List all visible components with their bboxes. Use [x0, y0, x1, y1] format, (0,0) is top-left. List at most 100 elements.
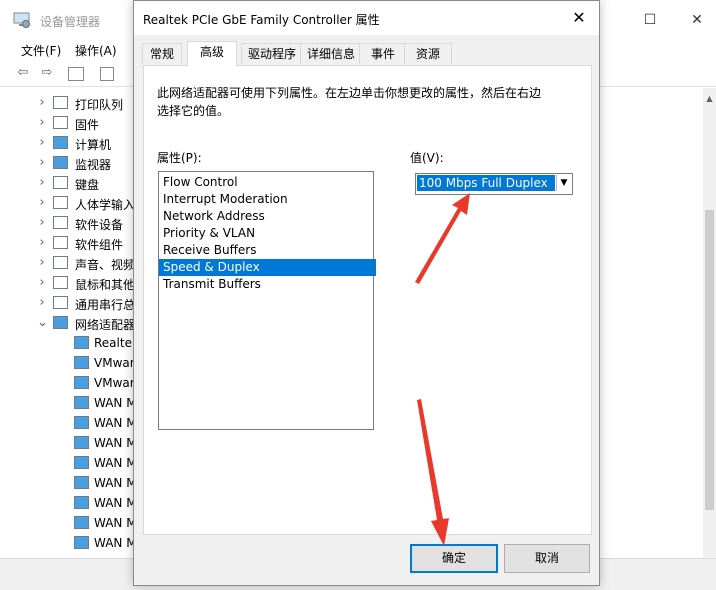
- tree-item-label: WAN M: [94, 516, 135, 530]
- property-item[interactable]: Network Address: [162, 208, 372, 225]
- tab-resources[interactable]: 资源: [404, 43, 452, 64]
- tree-item[interactable]: › 人体学输入: [0, 193, 135, 213]
- close-button[interactable]: ✕: [683, 6, 711, 34]
- tab-general[interactable]: 常规: [142, 43, 182, 64]
- tree-item-label: 网络适配器: [75, 318, 135, 332]
- tree-item[interactable]: › 键盘: [0, 173, 135, 193]
- properties-dialog: Realtek PCIe GbE Family Controller 属性 ✕ …: [133, 0, 600, 586]
- tree-item-label: 声音、视频: [75, 258, 135, 272]
- tab-advanced[interactable]: 高级: [187, 41, 237, 66]
- tree-item-label: WAN M: [94, 456, 135, 470]
- property-item[interactable]: Priority & VLAN: [162, 225, 372, 242]
- property-item[interactable]: Speed & Duplex: [159, 259, 376, 276]
- software-component-icon: [53, 236, 68, 249]
- tree-item[interactable]: WAN M: [0, 413, 135, 433]
- chevron-right-icon[interactable]: ›: [37, 193, 47, 213]
- chevron-down-icon[interactable]: ⌄: [37, 313, 48, 333]
- tree-item[interactable]: VMwar: [0, 353, 135, 373]
- menu-action[interactable]: 操作(A): [75, 42, 117, 59]
- chevron-right-icon[interactable]: ›: [37, 153, 47, 173]
- value-dropdown-selected[interactable]: 100 Mbps Full Duplex: [417, 175, 555, 191]
- help-view-icon[interactable]: [100, 67, 114, 81]
- network-adapter-icon: [74, 396, 89, 409]
- chevron-right-icon[interactable]: ›: [37, 113, 47, 133]
- keyboard-icon: [53, 176, 68, 189]
- back-icon[interactable]: ⇦: [14, 66, 32, 80]
- tree-item[interactable]: WAN M: [0, 533, 135, 553]
- tree-item-label: WAN M: [94, 536, 135, 550]
- speaker-icon: [53, 256, 68, 269]
- property-item[interactable]: Flow Control: [162, 174, 372, 191]
- close-icon: ✕: [572, 8, 586, 27]
- scroll-up-icon[interactable]: ▲: [705, 94, 714, 103]
- mouse-icon: [53, 276, 68, 289]
- cancel-button[interactable]: 取消: [504, 544, 590, 573]
- chevron-right-icon[interactable]: ›: [37, 273, 47, 293]
- chevron-right-icon[interactable]: ›: [37, 293, 47, 313]
- tree-item[interactable]: › 固件: [0, 113, 135, 133]
- network-adapter-icon: [74, 496, 89, 509]
- tree-item[interactable]: WAN M: [0, 433, 135, 453]
- tree-item-label: Realtek: [94, 336, 135, 350]
- tree-item[interactable]: › 计算机: [0, 133, 135, 153]
- menu-file[interactable]: 文件(F): [21, 42, 61, 59]
- chevron-right-icon[interactable]: ›: [37, 133, 47, 153]
- tree-item-label: WAN M: [94, 396, 135, 410]
- scrollbar-thumb[interactable]: [705, 210, 714, 510]
- tree-item-label: WAN M: [94, 476, 135, 490]
- tree-item[interactable]: WAN M: [0, 513, 135, 533]
- tree-item[interactable]: VMwar: [0, 373, 135, 393]
- property-item[interactable]: Transmit Buffers: [162, 276, 372, 293]
- device-tree: › 打印队列 › 固件 › 计算机 › 监视器 › 键盘 › 人体学输入 › 软件设备 › 软件组件 › 声音、视…: [0, 88, 135, 558]
- tree-item[interactable]: › 声音、视频: [0, 253, 135, 273]
- advanced-description: 此网络适配器可使用下列属性。在左边单击你想更改的属性，然后在右边选择它的值。: [157, 86, 542, 118]
- network-adapter-icon: [74, 376, 89, 389]
- tree-item-label: 鼠标和其他: [75, 278, 135, 292]
- network-adapter-icon: [74, 456, 89, 469]
- tab-details[interactable]: 详细信息: [300, 43, 362, 64]
- tree-item-label: WAN M: [94, 436, 135, 450]
- usb-icon: [53, 296, 68, 309]
- close-icon: ✕: [691, 12, 703, 28]
- property-item[interactable]: Receive Buffers: [162, 242, 372, 259]
- tree-item[interactable]: › 打印队列: [0, 93, 135, 113]
- chevron-right-icon[interactable]: ›: [37, 93, 47, 113]
- ok-button[interactable]: 确定: [410, 544, 498, 573]
- tree-item-label: VMwar: [94, 376, 135, 390]
- dialog-title: Realtek PCIe GbE Family Controller 属性: [143, 13, 380, 27]
- tree-item[interactable]: WAN M: [0, 393, 135, 413]
- tree-item[interactable]: WAN M: [0, 493, 135, 513]
- forward-icon[interactable]: ⇨: [38, 66, 56, 80]
- network-icon: [53, 316, 68, 329]
- tree-item-label: 人体学输入: [75, 198, 135, 212]
- tree-item-label: WAN M: [94, 496, 135, 510]
- tree-item[interactable]: ⌄ 网络适配器: [0, 313, 135, 333]
- tab-events[interactable]: 事件: [359, 43, 407, 64]
- network-adapter-icon: [74, 416, 89, 429]
- tree-item[interactable]: › 通用串行总: [0, 293, 135, 313]
- tab-driver[interactable]: 驱动程序: [241, 43, 303, 64]
- tree-item[interactable]: › 鼠标和其他: [0, 273, 135, 293]
- maximize-button[interactable]: ☐: [636, 6, 664, 34]
- properties-view-icon[interactable]: [68, 67, 84, 81]
- tree-item-label: 软件组件: [75, 238, 124, 252]
- chevron-right-icon[interactable]: ›: [37, 173, 47, 193]
- tree-item[interactable]: WAN M: [0, 473, 135, 493]
- tree-item[interactable]: Realtek: [0, 333, 135, 353]
- software-device-icon: [53, 216, 68, 229]
- device-manager-icon: [13, 12, 30, 28]
- chevron-down-icon[interactable]: ▼: [556, 175, 571, 191]
- tree-item[interactable]: › 软件设备: [0, 213, 135, 233]
- chevron-right-icon[interactable]: ›: [37, 253, 47, 273]
- property-item[interactable]: Interrupt Moderation: [162, 191, 372, 208]
- tree-item-label: 计算机: [75, 138, 112, 152]
- dialog-close-button[interactable]: ✕: [566, 6, 592, 30]
- properties-listbox[interactable]: Flow Control Interrupt Moderation Network …: [158, 171, 376, 430]
- network-adapter-icon: [74, 536, 89, 549]
- tree-item[interactable]: WAN M: [0, 453, 135, 473]
- chevron-right-icon[interactable]: ›: [37, 233, 47, 253]
- chevron-right-icon[interactable]: ›: [37, 213, 47, 233]
- tree-item-label: 键盘: [75, 178, 100, 192]
- tree-item[interactable]: › 监视器: [0, 153, 135, 173]
- tree-item[interactable]: › 软件组件: [0, 233, 135, 253]
